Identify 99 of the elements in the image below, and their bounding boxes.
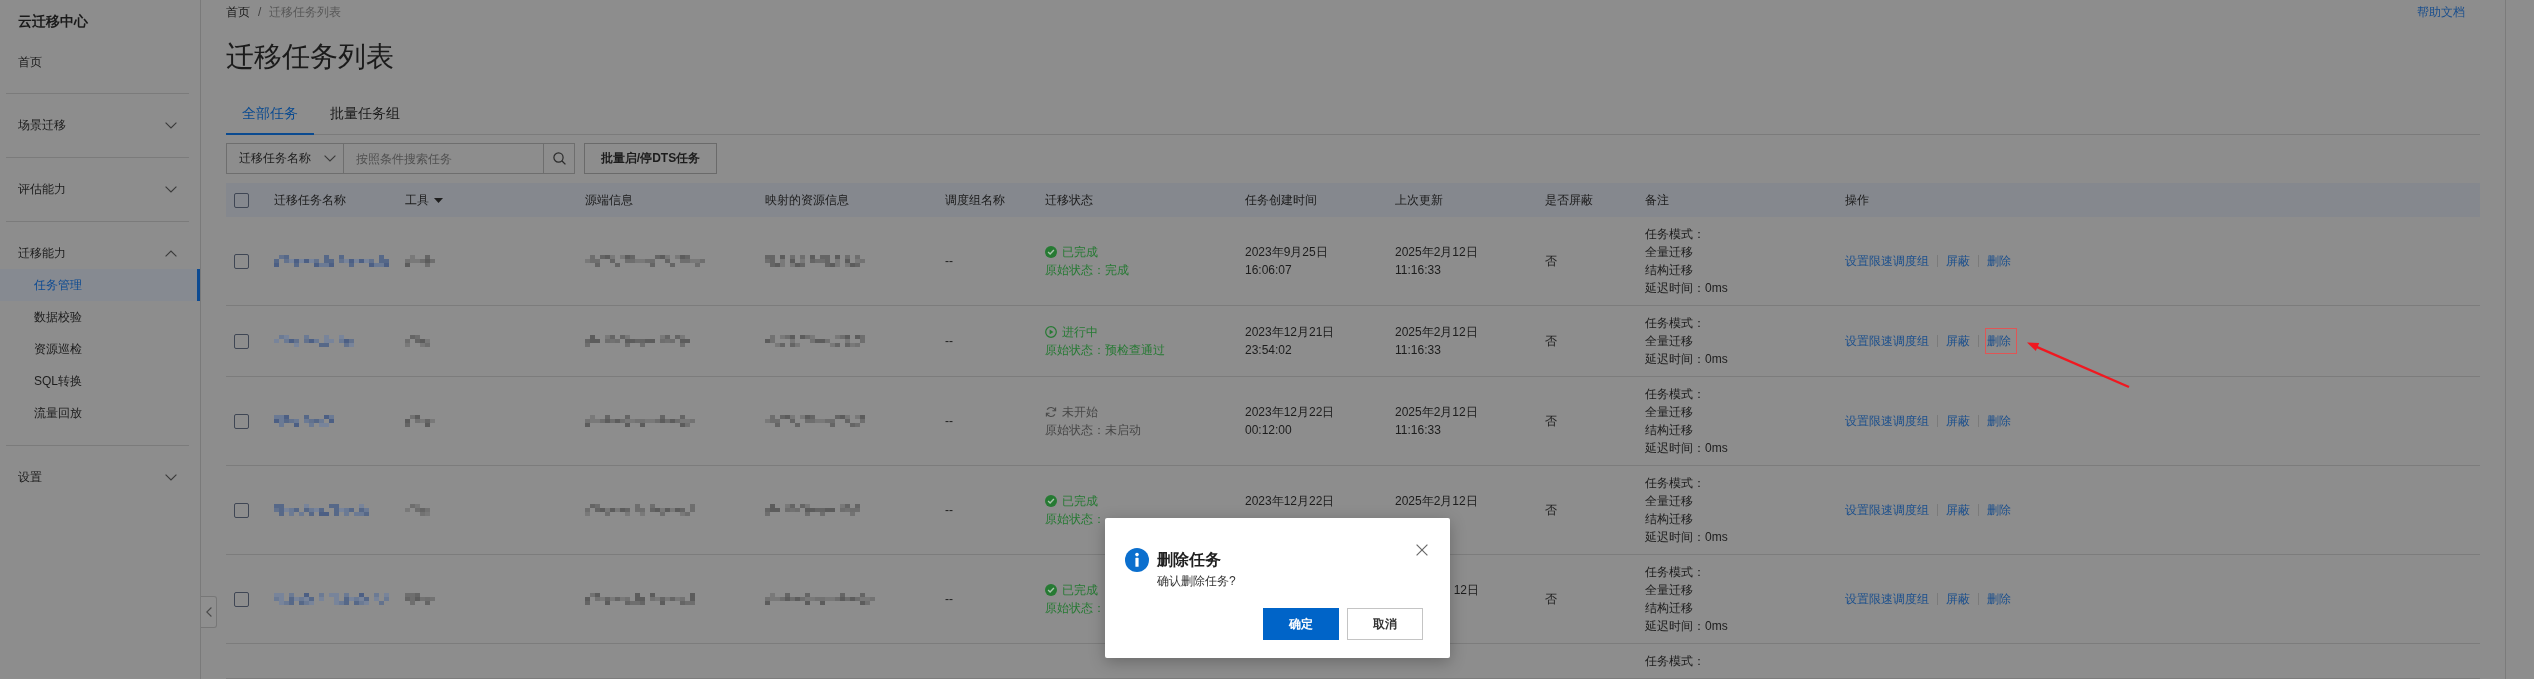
action-link[interactable]: 删除 bbox=[1987, 501, 2011, 519]
dispatch-group-value: -- bbox=[945, 413, 953, 430]
updated-time: 2025年2月12日 bbox=[1395, 493, 1478, 510]
column-header: 操作 bbox=[1845, 191, 1869, 209]
dialog-title: 删除任务 bbox=[1157, 550, 1221, 570]
note-text: 任务模式： 全量迁移 结构迁移 延迟时间：0ms bbox=[1645, 386, 1728, 457]
tab[interactable]: 批量任务组 bbox=[314, 94, 416, 135]
action-link[interactable]: 删除 bbox=[1987, 590, 2011, 608]
action-link[interactable]: 设置限速调度组 bbox=[1845, 332, 1929, 350]
dispatch-group-value: -- bbox=[945, 333, 953, 350]
column-header: 工具 bbox=[405, 191, 429, 209]
status-detail: 原始状态：预检查通过 bbox=[1045, 342, 1165, 359]
breadcrumb-separator: / bbox=[258, 4, 262, 21]
action-link[interactable]: 删除 bbox=[1985, 328, 2017, 354]
row-checkbox[interactable] bbox=[234, 591, 249, 607]
column-header: 调度组名称 bbox=[945, 191, 1005, 209]
sidebar-item[interactable]: 首页 bbox=[0, 46, 200, 78]
status-detail: 原始状态：完成 bbox=[1045, 262, 1129, 279]
sidebar-item[interactable]: 流量回放 bbox=[0, 397, 200, 429]
cancel-button[interactable]: 取消 bbox=[1347, 608, 1423, 640]
row-checkbox[interactable] bbox=[234, 413, 249, 429]
field-select[interactable]: 迁移任务名称 bbox=[226, 143, 344, 174]
info-icon bbox=[1125, 548, 1149, 572]
masked-value: 否 bbox=[1545, 413, 1557, 430]
sidebar-group[interactable]: 设置 bbox=[0, 462, 200, 493]
help-link[interactable]: 帮助文档 bbox=[2417, 3, 2465, 21]
sidebar-group[interactable]: 场景迁移 bbox=[0, 110, 200, 141]
status-label: 已完成 bbox=[1062, 582, 1098, 599]
close-icon bbox=[1416, 544, 1428, 556]
column-header: 是否屏蔽 bbox=[1545, 191, 1593, 209]
confirm-button[interactable]: 确定 bbox=[1263, 608, 1339, 640]
action-link[interactable]: 屏蔽 bbox=[1946, 590, 1970, 608]
column-header: 备注 bbox=[1645, 191, 1669, 209]
note-text: 任务模式： 全量迁移 延迟时间：0ms bbox=[1645, 315, 1728, 368]
masked-value: 否 bbox=[1545, 253, 1557, 270]
created-time: 2023年12月22日 bbox=[1245, 493, 1335, 510]
close-button[interactable] bbox=[1416, 544, 1428, 556]
status-detail: 原始状态：未启动 bbox=[1045, 422, 1141, 439]
breadcrumb-link[interactable]: 首页 bbox=[226, 3, 250, 21]
chevron-down-icon bbox=[324, 155, 336, 162]
masked-value: 否 bbox=[1545, 502, 1557, 519]
dispatch-group-value: -- bbox=[945, 591, 953, 608]
action-link[interactable]: 屏蔽 bbox=[1946, 332, 1970, 350]
status-detail: 原始状态： bbox=[1045, 511, 1105, 528]
sidebar-group[interactable]: 评估能力 bbox=[0, 174, 200, 205]
column-header: 源端信息 bbox=[585, 191, 633, 209]
status-detail: 原始状态： bbox=[1045, 600, 1105, 617]
created-time: 2023年12月21日 23:54:02 bbox=[1245, 324, 1335, 359]
action-link[interactable]: 屏蔽 bbox=[1946, 412, 1970, 430]
row-checkbox[interactable] bbox=[234, 502, 249, 518]
action-link[interactable]: 屏蔽 bbox=[1946, 501, 1970, 519]
page-title: 迁移任务列表 bbox=[226, 40, 394, 74]
updated-time: 2025年2月12日 11:16:33 bbox=[1395, 244, 1478, 279]
updated-time: 2025年2月12日 11:16:33 bbox=[1395, 404, 1478, 439]
updated-time: 12日 bbox=[1453, 582, 1479, 599]
action-link[interactable]: 删除 bbox=[1987, 412, 2011, 430]
dialog-message: 确认删除任务? bbox=[1157, 573, 1236, 590]
search-icon bbox=[552, 152, 566, 165]
action-link[interactable]: 设置限速调度组 bbox=[1845, 412, 1929, 430]
tab[interactable]: 全部任务 bbox=[226, 94, 314, 135]
sidebar-item[interactable]: SQL转换 bbox=[0, 365, 200, 397]
column-header: 迁移任务名称 bbox=[274, 191, 346, 209]
status-label: 未开始 bbox=[1062, 404, 1098, 421]
status-label: 已完成 bbox=[1062, 493, 1098, 510]
sidebar-item[interactable]: 资源巡检 bbox=[0, 333, 200, 365]
dispatch-group-value: -- bbox=[945, 502, 953, 519]
sidebar-item[interactable]: 数据校验 bbox=[0, 301, 200, 333]
row-checkbox[interactable] bbox=[234, 333, 249, 349]
column-header: 迁移状态 bbox=[1045, 191, 1093, 209]
status-label: 已完成 bbox=[1062, 244, 1098, 261]
masked-value: 否 bbox=[1545, 591, 1557, 608]
search-button[interactable] bbox=[544, 143, 575, 174]
note-text: 任务模式： 全量迁移 结构迁移 延迟时间：0ms bbox=[1645, 564, 1728, 635]
select-all-checkbox[interactable] bbox=[234, 192, 249, 208]
note-text: 任务模式： 全量迁移 结构迁移 延迟时间：0ms bbox=[1645, 226, 1728, 297]
status-label: 进行中 bbox=[1062, 324, 1098, 341]
masked-value: 否 bbox=[1545, 333, 1557, 350]
sidebar-group[interactable]: 迁移能力 bbox=[0, 238, 200, 269]
action-link[interactable]: 删除 bbox=[1987, 252, 2011, 270]
caret-icon[interactable] bbox=[434, 197, 443, 203]
action-link[interactable]: 设置限速调度组 bbox=[1845, 252, 1929, 270]
collapse-sidebar-button[interactable] bbox=[201, 596, 217, 628]
updated-time: 2025年2月12日 11:16:33 bbox=[1395, 324, 1478, 359]
note-text: 任务模式： 全量迁移 结构迁移 延迟时间：0ms bbox=[1645, 475, 1728, 546]
batch-button[interactable]: 批量启/停DTS任务 bbox=[584, 143, 717, 174]
created-time: 2023年9月25日 16:06:07 bbox=[1245, 244, 1328, 279]
sidebar-item[interactable]: 任务管理 bbox=[0, 269, 200, 301]
column-header: 上次更新 bbox=[1395, 191, 1443, 209]
sidebar-title: 云迁移中心 bbox=[17, 12, 88, 31]
action-link[interactable]: 设置限速调度组 bbox=[1845, 590, 1929, 608]
action-link[interactable]: 屏蔽 bbox=[1946, 252, 1970, 270]
chevron-left-icon bbox=[205, 607, 212, 617]
created-time: 2023年12月22日 00:12:00 bbox=[1245, 404, 1335, 439]
row-checkbox[interactable] bbox=[234, 253, 249, 269]
column-header: 任务创建时间 bbox=[1245, 191, 1317, 209]
note-text: 任务模式： bbox=[1645, 653, 1705, 670]
dispatch-group-value: -- bbox=[945, 253, 953, 270]
column-header: 映射的资源信息 bbox=[765, 191, 849, 209]
action-link[interactable]: 设置限速调度组 bbox=[1845, 501, 1929, 519]
